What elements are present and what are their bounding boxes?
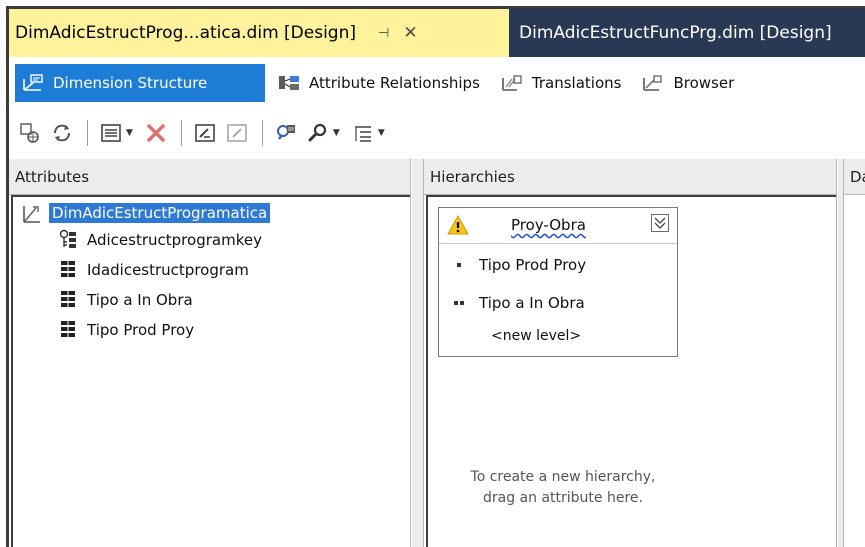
tab-translations[interactable]: Translations: [494, 64, 630, 102]
warning-icon: [447, 214, 469, 235]
collapse-icon[interactable]: [651, 214, 669, 232]
tree-item-label: Tipo a In Obra: [87, 291, 193, 309]
tab-attribute-relationships[interactable]: Attribute Relationships: [271, 64, 488, 102]
attribute-icon: [61, 321, 75, 337]
tree-item-label: Tipo Prod Proy: [87, 321, 195, 339]
designer-window: DimAdicEstructProg...atica.dim [Design] …: [6, 6, 865, 547]
level-label: Tipo a In Obra: [479, 294, 585, 312]
tab-label: Dimension Structure: [53, 74, 208, 92]
view-icon[interactable]: [350, 120, 376, 146]
attributes-header: Attributes: [9, 159, 410, 195]
level-icon: [439, 299, 479, 307]
tree-root-label: DimAdicEstructProgramatica: [49, 203, 271, 223]
chevron-down-icon[interactable]: ▼: [333, 128, 340, 138]
tree-root[interactable]: DimAdicEstructProgramatica: [21, 201, 271, 225]
hierarchy-header: Proy-Obra: [439, 208, 677, 244]
hierarchy-level[interactable]: Tipo Prod Proy: [439, 252, 586, 278]
zoom-icon[interactable]: [273, 120, 299, 146]
tab-browser[interactable]: Browser: [635, 64, 742, 102]
find-icon[interactable]: [305, 120, 331, 146]
hierarchies-header: Hierarchies: [424, 159, 836, 195]
designer-tab-bar: Dimension Structure Attribute Relationsh…: [9, 57, 865, 109]
chevron-down-icon[interactable]: ▼: [126, 128, 133, 138]
tree-item[interactable]: Tipo Prod Proy: [59, 317, 194, 343]
pane-splitter[interactable]: [412, 159, 423, 547]
attribute-relationships-icon: [279, 76, 299, 90]
hierarchy-box[interactable]: Proy-Obra Tipo Prod Proy Tipo a In Obra …: [438, 207, 678, 357]
dimension-structure-icon: [23, 74, 43, 91]
document-tab-strip: DimAdicEstructProg...atica.dim [Design] …: [9, 9, 865, 57]
new-level-placeholder[interactable]: <new level>: [491, 328, 581, 344]
rename-icon[interactable]: [224, 120, 250, 146]
translations-icon: [502, 75, 522, 91]
key-attribute-icon: [59, 229, 76, 248]
hierarchy-level[interactable]: Tipo a In Obra: [439, 290, 585, 316]
doc-tab-title: DimAdicEstructProg...atica.dim [Design]: [15, 23, 356, 43]
level-icon: [439, 261, 479, 269]
delete-icon[interactable]: [143, 120, 169, 146]
tree-item[interactable]: Adicestructprogramkey: [59, 227, 262, 253]
toolbar-separator: [87, 120, 88, 146]
doc-tab-active[interactable]: DimAdicEstructProg...atica.dim [Design] …: [9, 9, 509, 57]
attribute-icon: [61, 261, 75, 277]
toolbar-separator: [180, 120, 182, 146]
tab-label: Browser: [673, 74, 735, 92]
tree-item-label: Adicestructprogramkey: [87, 231, 262, 249]
refresh-icon[interactable]: [49, 120, 75, 146]
toolbar: ▼ ▼ ▼: [9, 109, 865, 157]
drop-hint: To create a new hierarchy, drag an attri…: [470, 469, 656, 506]
show-table-icon[interactable]: [98, 120, 124, 146]
chevron-down-icon[interactable]: ▼: [378, 128, 385, 138]
close-icon[interactable]: ✕: [403, 23, 417, 43]
attributes-pane: Attributes DimAdicEstructProgramatica Ad…: [9, 159, 411, 547]
browser-icon: [643, 75, 663, 91]
toolbar-separator: [261, 120, 263, 146]
tab-dimension-structure[interactable]: Dimension Structure: [15, 64, 265, 102]
tree-item-label: Idadicestructprogram: [87, 261, 249, 279]
new-hierarchy-icon[interactable]: [192, 120, 218, 146]
dimension-icon: [23, 206, 40, 223]
attributes-tree: DimAdicEstructProgramatica Adicestructpr…: [11, 195, 410, 547]
tree-item[interactable]: Tipo a In Obra: [59, 287, 193, 313]
doc-tab-inactive[interactable]: DimAdicEstructFuncPrg.dim [Design]: [511, 9, 865, 57]
tree-item[interactable]: Idadicestructprogram: [59, 257, 249, 283]
data-source-view-pane: Da: [843, 159, 865, 547]
level-label: Tipo Prod Proy: [479, 256, 587, 274]
attribute-icon: [61, 291, 75, 307]
doc-tab-title: DimAdicEstructFuncPrg.dim [Design]: [519, 23, 832, 43]
tab-label: Attribute Relationships: [309, 74, 480, 92]
tab-label: Translations: [531, 74, 622, 92]
pin-icon[interactable]: ⊣: [378, 26, 389, 41]
hierarchies-body: Proy-Obra Tipo Prod Proy Tipo a In Obra …: [426, 195, 836, 547]
hierarchies-pane: Hierarchies Proy-Obra Tipo Prod Proy Tip…: [423, 159, 837, 547]
process-icon[interactable]: [17, 120, 43, 146]
dsv-header: Da: [844, 159, 865, 195]
hierarchy-name[interactable]: Proy-Obra: [511, 216, 586, 234]
